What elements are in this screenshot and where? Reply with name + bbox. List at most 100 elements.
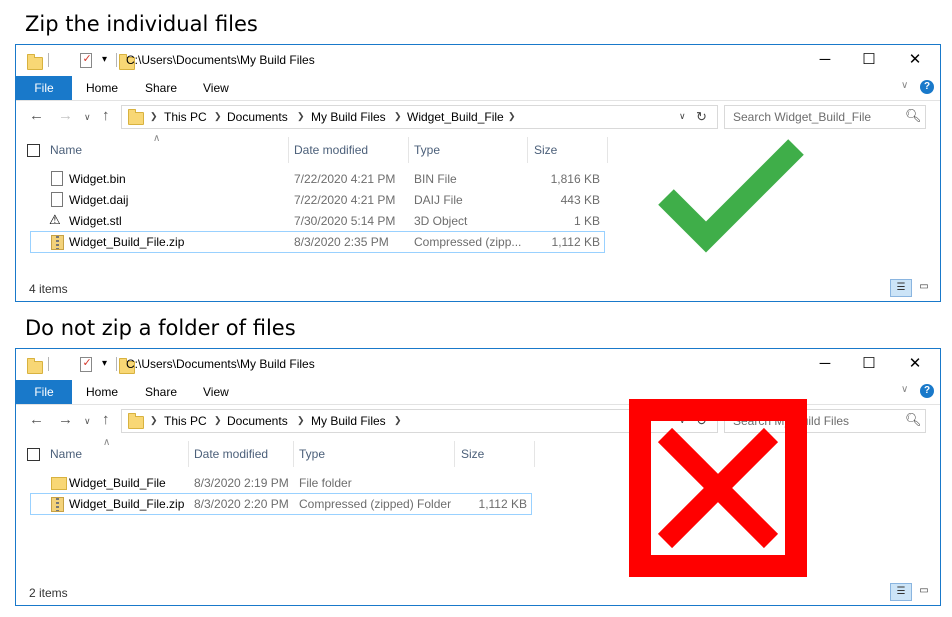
breadcrumb-chevron-icon[interactable]: ❯ [297,111,305,122]
column-header-date-modified[interactable]: Date modified [194,447,268,461]
tab-file[interactable]: File [16,76,72,100]
file-type: Compressed (zipped) Folder [299,497,452,511]
column-resize-handle[interactable] [408,137,409,163]
tab-view[interactable]: View [203,76,229,100]
table-row-selected[interactable]: Widget_Build_File.zip 8/3/2020 2:20 PM C… [30,493,532,515]
column-resize-handle[interactable] [534,441,535,467]
expand-ribbon-chevron-icon[interactable]: ∨ [901,80,908,91]
customize-toolbar-chevron-icon[interactable]: ▾ [102,54,107,65]
column-resize-handle[interactable] [293,441,294,467]
details-view-icon[interactable]: ☰ [890,583,912,601]
column-resize-handle[interactable] [527,137,528,163]
breadcrumb-chevron-icon[interactable]: ❯ [150,111,158,122]
column-resize-handle[interactable] [288,137,289,163]
address-bar[interactable]: ❯ This PC ❯ Documents ❯ My Build Files ❯… [121,105,718,129]
explorer-window-1: ▾ C:\Users\Documents\My Build Files ─ ☐ … [15,44,941,302]
column-resize-handle[interactable] [607,137,608,163]
breadcrumb-chevron-icon[interactable]: ❯ [297,415,305,426]
column-header-size[interactable]: Size [534,143,557,157]
column-header-name[interactable]: Name [50,447,82,461]
properties-icon[interactable] [80,356,93,372]
close-icon[interactable]: ✕ [892,352,938,376]
customize-toolbar-chevron-icon[interactable]: ▾ [102,358,107,369]
breadcrumb-documents[interactable]: Documents [227,110,288,124]
column-header-name[interactable]: Name [50,143,82,157]
address-dropdown-chevron-icon[interactable]: ∨ [679,111,686,122]
breadcrumb-widget-build-file[interactable]: Widget_Build_File [407,110,504,124]
details-view-icon[interactable]: ☰ [890,279,912,297]
folder-icon [128,413,144,429]
breadcrumb-this-pc[interactable]: This PC [164,414,207,428]
maximize-icon[interactable]: ☐ [846,352,892,376]
tab-share[interactable]: Share [145,76,177,100]
breadcrumb-my-build-files[interactable]: My Build Files [311,110,386,124]
zip-icon [51,497,64,512]
help-icon[interactable]: ? [920,80,934,94]
breadcrumb-chevron-icon[interactable]: ❯ [214,111,222,122]
file-name: Widget_Build_File [69,476,166,490]
up-arrow-icon[interactable]: ↑ [102,411,110,428]
tab-file[interactable]: File [16,380,72,404]
expand-ribbon-chevron-icon[interactable]: ∨ [901,384,908,395]
column-header-type[interactable]: Type [414,143,440,157]
forward-arrow-icon[interactable]: → [58,107,73,124]
toolbar-separator [48,357,49,371]
zip-icon [51,235,64,250]
title-bar: ▾ C:\Users\Documents\My Build Files ─ ☐ … [16,349,940,378]
minimize-icon[interactable]: ─ [802,352,848,376]
breadcrumb-chevron-icon[interactable]: ❯ [394,111,402,122]
ribbon-tabs: File Home Share View ∨ ? [16,76,940,100]
search-icon[interactable]: 🔍︎ [905,412,922,428]
maximize-icon[interactable]: ☐ [846,48,892,72]
properties-icon[interactable] [80,52,93,68]
folder-icon [128,109,144,125]
recent-locations-chevron-icon[interactable]: ∨ [84,112,91,123]
search-input[interactable]: Search Widget_Build_File 🔍︎ [724,105,926,129]
column-header-size[interactable]: Size [461,447,484,461]
file-size: 1,112 KB [551,235,600,249]
forward-arrow-icon[interactable]: → [58,411,73,428]
breadcrumb-chevron-icon[interactable]: ❯ [394,415,402,426]
breadcrumb-chevron-icon[interactable]: ❯ [214,415,222,426]
tab-home[interactable]: Home [86,380,118,404]
tab-share[interactable]: Share [145,380,177,404]
file-type: BIN File [414,172,457,186]
breadcrumb-my-build-files[interactable]: My Build Files [311,414,386,428]
item-count: 4 items [29,282,68,296]
breadcrumb-this-pc[interactable]: This PC [164,110,207,124]
column-header-date-modified[interactable]: Date modified [294,143,368,157]
breadcrumb-chevron-icon[interactable]: ❯ [508,111,516,122]
recent-locations-chevron-icon[interactable]: ∨ [84,416,91,427]
table-row-selected[interactable]: Widget_Build_File.zip 8/3/2020 2:35 PM C… [30,231,605,253]
back-arrow-icon[interactable]: ← [29,107,44,124]
file-date: 8/3/2020 2:19 PM [194,476,289,490]
up-arrow-icon[interactable]: ↑ [102,107,110,124]
breadcrumb-chevron-icon[interactable]: ❯ [150,415,158,426]
window-title: C:\Users\Documents\My Build Files [126,53,315,67]
minimize-icon[interactable]: ─ [802,48,848,72]
file-icon [51,171,63,186]
sort-ascending-icon: ∧ [103,437,111,448]
back-arrow-icon[interactable]: ← [29,411,44,428]
tab-view[interactable]: View [203,380,229,404]
large-icons-view-icon[interactable]: ▭ [914,279,934,295]
large-icons-view-icon[interactable]: ▭ [914,583,934,599]
item-count: 2 items [29,586,68,600]
heading-do-not-zip-folder: Do not zip a folder of files [25,316,296,340]
refresh-icon[interactable]: ↻ [696,109,707,125]
tab-home[interactable]: Home [86,76,118,100]
select-all-checkbox[interactable] [27,448,40,461]
file-name: Widget_Build_File.zip [69,235,185,249]
breadcrumb-documents[interactable]: Documents [227,414,288,428]
help-icon[interactable]: ? [920,384,934,398]
column-resize-handle[interactable] [454,441,455,467]
toolbar-separator [116,53,117,67]
select-all-checkbox[interactable] [27,144,40,157]
toolbar-separator [116,357,117,371]
column-header-type[interactable]: Type [299,447,325,461]
toolbar-separator [48,53,49,67]
window-title: C:\Users\Documents\My Build Files [126,357,315,371]
column-resize-handle[interactable] [188,441,189,467]
search-icon[interactable]: 🔍︎ [905,108,922,124]
close-icon[interactable]: ✕ [892,48,938,72]
